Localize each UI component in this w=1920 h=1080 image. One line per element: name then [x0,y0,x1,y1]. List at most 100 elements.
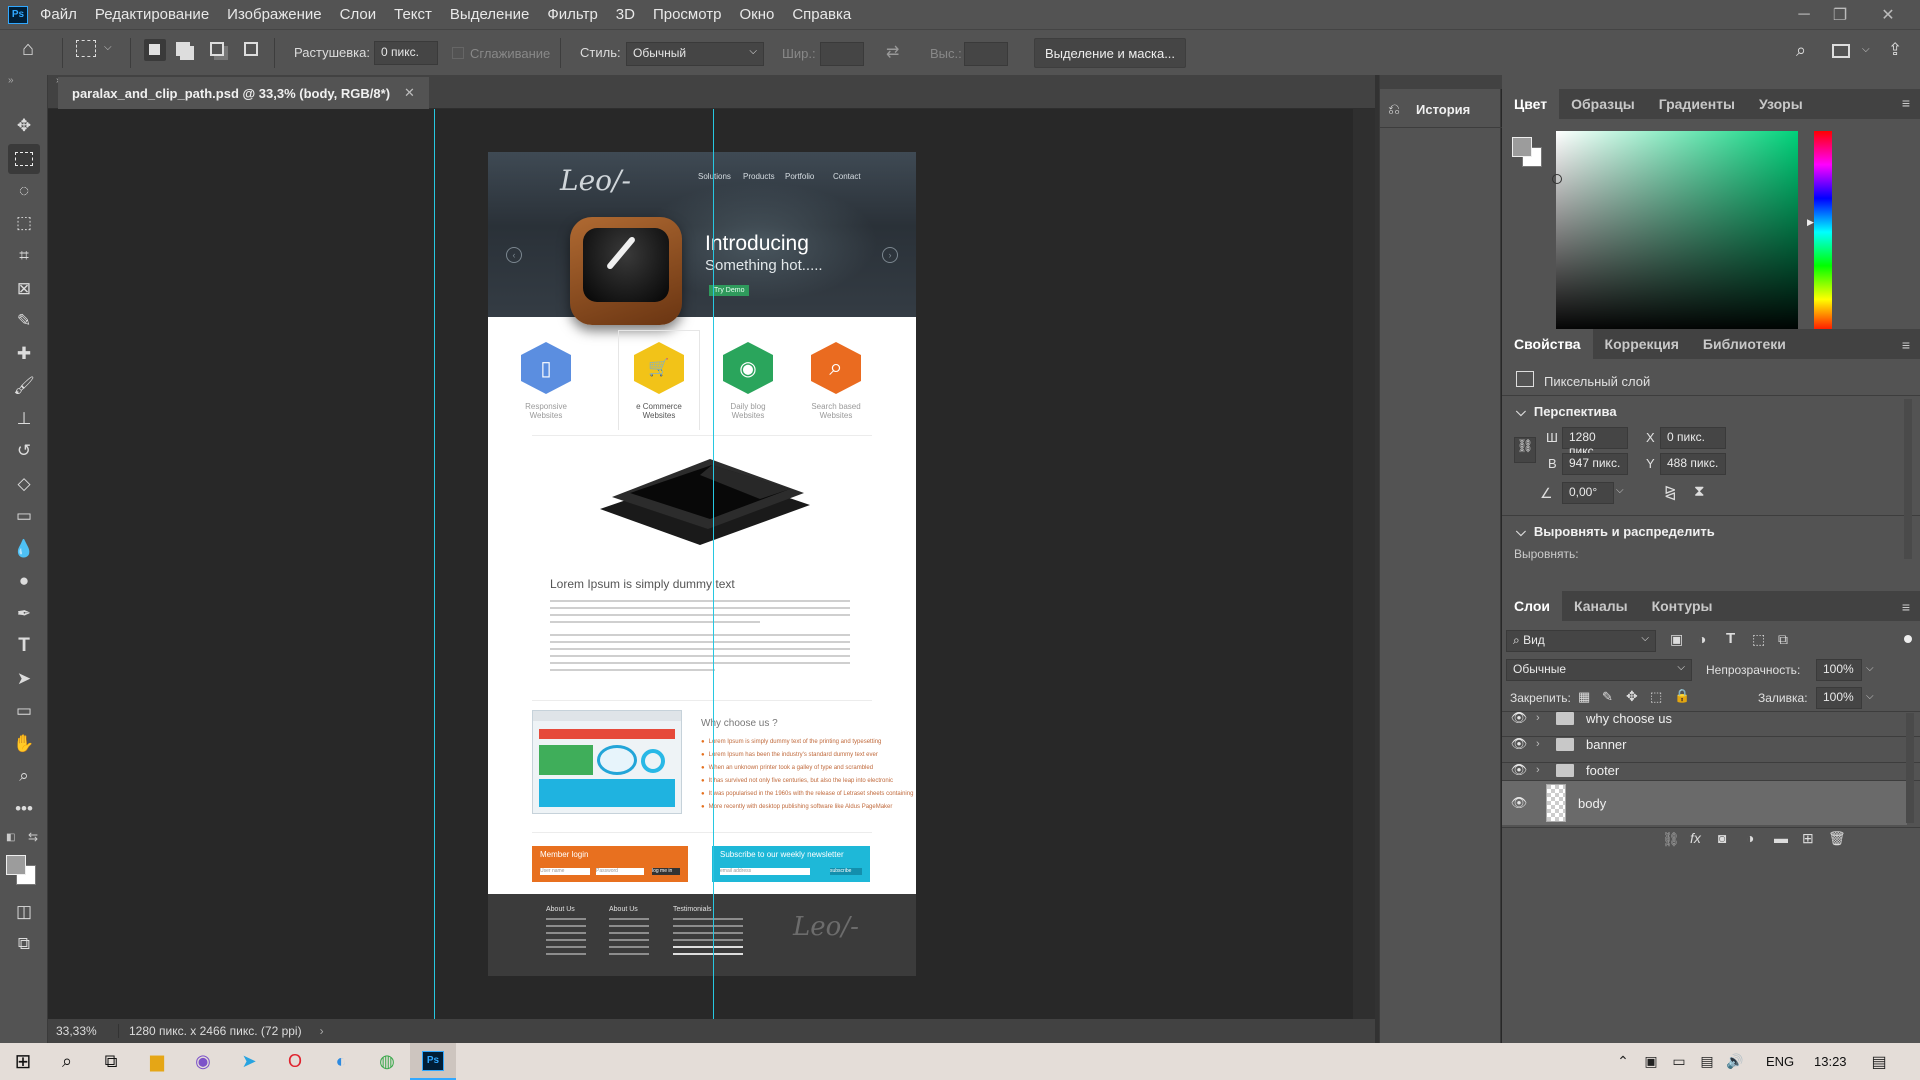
eraser-tool-icon[interactable]: ◇ [8,469,40,499]
file-explorer-icon[interactable]: ▆ [134,1043,180,1080]
flip-horizontal-icon[interactable]: ⧎ [1664,483,1677,501]
menu-filter[interactable]: Фильтр [547,6,597,23]
height-input[interactable] [964,42,1008,66]
history-brush-icon[interactable]: ↺ [8,436,40,466]
filter-adjustment-icon[interactable]: ◑ [1698,631,1706,647]
collapse-icon[interactable]: » [8,75,14,86]
lasso-tool-icon[interactable]: ◌ [8,176,40,206]
hue-handle-icon[interactable]: ▶ [1807,217,1814,228]
tab-paths[interactable]: Контуры [1640,591,1725,621]
telegram-icon[interactable]: ➤ [226,1043,272,1080]
blend-mode-select[interactable]: Обычные ⌵ [1506,659,1692,681]
feather-input[interactable]: 0 пикс. [374,41,438,65]
chevron-down-icon[interactable]: ⌵ [1862,44,1870,55]
add-mask-icon[interactable]: ◙ [1718,830,1726,846]
filter-shape-icon[interactable]: ⬚ [1752,631,1765,648]
brush-tool-icon[interactable]: 🖌 [8,371,40,401]
width-input[interactable]: 1280 пикс [1562,427,1628,458]
menu-help[interactable]: Справка [792,6,851,23]
link-layers-icon[interactable]: ⛓ [1662,831,1680,848]
crop-tool-icon[interactable]: ⌗ [8,241,40,271]
tab-adjustments[interactable]: Коррекция [1593,329,1691,359]
intersect-selection-icon[interactable] [244,42,258,56]
menu-image[interactable]: Изображение [227,6,322,23]
viber-icon[interactable]: ◉ [180,1043,226,1080]
hue-slider[interactable] [1814,131,1832,333]
rect-marquee-icon[interactable] [76,40,96,57]
tab-color[interactable]: Цвет [1502,89,1560,119]
path-select-icon[interactable]: ➤ [8,664,40,694]
clock[interactable]: 13:23 [1814,1043,1847,1080]
restore-icon[interactable]: ❐ [1822,0,1858,29]
y-input[interactable]: 488 пикс. [1660,453,1726,475]
chevron-down-icon[interactable]: ⌵ [1866,663,1874,674]
guide-line-right[interactable] [713,109,714,1019]
style-select[interactable]: Обычный ⌵ [626,42,764,66]
eye-icon[interactable]: 👁 [1502,762,1536,778]
antialias-checkbox[interactable] [452,47,464,59]
quick-mask-icon[interactable]: ◫ [8,897,40,927]
workspace-icon[interactable] [1832,44,1850,58]
guide-line-left[interactable] [434,109,435,1019]
type-tool-icon[interactable]: T [8,631,40,661]
blur-tool-icon[interactable]: 💧 [8,534,40,564]
language-indicator[interactable]: ENG [1766,1043,1794,1080]
canvas-scrollbar[interactable] [1353,109,1375,1019]
color-field[interactable] [1556,131,1798,333]
chevron-down-icon[interactable]: ⌵ [1616,485,1624,496]
close-icon[interactable]: ✕ [1870,0,1906,29]
align-section-title[interactable]: Выровнять и распределить [1516,524,1715,540]
menu-layers[interactable]: Слои [340,6,376,23]
search-icon[interactable]: ⌕ [44,1043,90,1080]
share-icon[interactable]: ⇪ [1888,40,1902,60]
chevron-right-icon[interactable]: › [1536,712,1550,724]
chrome-icon[interactable]: ◍ [364,1043,410,1080]
menu-file[interactable]: Файл [40,6,77,23]
menu-select[interactable]: Выделение [450,6,529,23]
tab-gradients[interactable]: Градиенты [1647,89,1747,119]
windows-start-icon[interactable]: ⊞ [0,1043,46,1080]
eye-icon[interactable]: 👁 [1502,736,1536,752]
panel-menu-icon[interactable]: ≡ [1902,599,1910,615]
height-input[interactable]: 947 пикс. [1562,453,1628,475]
chevron-down-icon[interactable]: ⌵ [104,42,112,53]
edge-icon[interactable]: ◐ [318,1043,364,1080]
tab-properties[interactable]: Свойства [1502,329,1593,359]
swap-icon[interactable]: ⇄ [886,42,899,62]
healing-brush-icon[interactable]: ✚ [8,339,40,369]
link-icon[interactable]: ⛓ [1514,437,1536,463]
photoshop-taskbar-icon[interactable]: Ps [410,1043,456,1080]
frame-tool-icon[interactable]: ⊠ [8,274,40,304]
pen-tool-icon[interactable]: ✒ [8,599,40,629]
angle-input[interactable]: 0,00° [1562,482,1614,504]
rectangle-tool-icon[interactable]: ▭ [8,696,40,726]
fx-icon[interactable]: fx [1690,830,1701,846]
adjustment-layer-icon[interactable]: ◑ [1746,830,1754,846]
screen-mode-icon[interactable]: ⧉ [8,929,40,959]
move-tool-icon[interactable]: ✥ [8,111,40,141]
menu-window[interactable]: Окно [739,6,774,23]
properties-scrollbar[interactable] [1904,399,1912,559]
tab-swatches[interactable]: Образцы [1559,89,1647,119]
chevron-right-icon[interactable]: › [1536,738,1550,750]
menu-view[interactable]: Просмотр [653,6,722,23]
history-icon[interactable]: ⎌ [1388,101,1400,118]
task-view-icon[interactable]: ⧉ [88,1043,134,1080]
marquee-tool-icon[interactable] [8,144,40,174]
filter-type-icon[interactable]: T [1726,630,1735,647]
search-icon[interactable]: ⌕ [1796,40,1806,61]
opacity-input[interactable]: 100% [1816,659,1862,681]
foreground-color-swatch[interactable] [6,855,26,875]
width-input[interactable] [820,42,864,66]
chevron-right-icon[interactable]: › [320,1024,324,1038]
hand-tool-icon[interactable]: ✋ [8,729,40,759]
opera-icon[interactable]: O [272,1043,318,1080]
clone-stamp-icon[interactable]: ⊥ [8,404,40,434]
more-tools-icon[interactable]: ••• [8,794,40,824]
object-select-tool-icon[interactable]: ⬚ [8,208,40,238]
transform-section-title[interactable]: Перспектива [1516,404,1617,420]
swap-colors-icon[interactable]: ⇆ [28,830,38,844]
notifications-icon[interactable]: ▤ [1856,1043,1902,1080]
chevron-down-icon[interactable]: ⌵ [1866,691,1874,702]
minimize-icon[interactable]: ─ [1786,0,1822,29]
